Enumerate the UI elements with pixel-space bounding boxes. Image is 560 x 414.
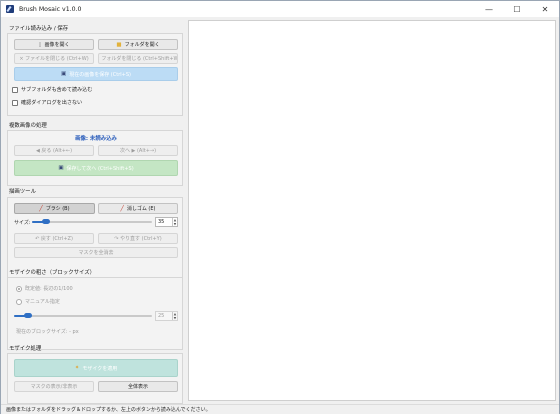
- minimize-button[interactable]: —: [475, 1, 503, 17]
- block-size-slider-handle[interactable]: [24, 313, 32, 318]
- open-image-button[interactable]: ▯ 画像を開く: [14, 39, 94, 50]
- include-subfolders-checkbox[interactable]: サブフォルダも含めて読み込む: [12, 86, 92, 93]
- fit-view-button[interactable]: 全体表示: [98, 381, 178, 392]
- status-message: 画像またはフォルダをドラッグ＆ドロップするか、左上のボタンから読み込んでください…: [6, 407, 211, 413]
- clear-mask-button[interactable]: マスクを全消去: [14, 247, 178, 258]
- no-confirm-dialog-box[interactable]: [12, 99, 18, 106]
- mosaic-section: ✦ モザイクを適用 マスクの表示/非表示 全体表示: [7, 353, 183, 404]
- undo-button[interactable]: ↶ 戻す (Ctrl+Z): [14, 233, 94, 244]
- manual-block-size-label: マニュアル指定: [25, 299, 60, 305]
- save-and-next-label: 保存して次へ (Ctrl+Shift+S): [66, 165, 134, 172]
- mosaic-section-title: モザイク処理: [9, 346, 42, 352]
- size-slider-handle[interactable]: [42, 219, 50, 224]
- multi-section-title: 複数画像の処理: [9, 123, 47, 129]
- floppy-disk-icon: ▣: [61, 71, 67, 77]
- image-canvas[interactable]: [188, 20, 556, 401]
- include-subfolders-label: サブフォルダも含めて読み込む: [21, 87, 93, 93]
- status-bar: 画像またはフォルダをドラッグ＆ドロップするか、左上のボタンから読み込んでください…: [1, 404, 559, 414]
- prev-image-button[interactable]: ◀ 戻る (Alt+←): [14, 145, 94, 156]
- redo-button[interactable]: ↷ やり直す (Ctrl+Y): [98, 233, 178, 244]
- manual-radio-dot[interactable]: [16, 298, 22, 305]
- control-panel: ファイル読み込み / 保存 ▯ 画像を開く ■ フォルダを開く × ファイルを閉…: [7, 20, 183, 404]
- block-size-slider[interactable]: [14, 313, 152, 318]
- open-image-label: 画像を開く: [44, 42, 70, 48]
- file-section: ▯ 画像を開く ■ フォルダを開く × ファイルを閉じる (Ctrl+W) × …: [7, 33, 183, 116]
- include-subfolders-box[interactable]: [12, 86, 18, 93]
- app-logo-icon: [6, 5, 14, 13]
- size-label: サイズ:: [14, 220, 31, 226]
- apply-mosaic-label: モザイクを適用: [82, 365, 118, 372]
- next-image-button[interactable]: 次へ ▶ (Alt+→): [98, 145, 178, 156]
- auto-radio-dot[interactable]: [16, 285, 22, 292]
- eraser-tool-button[interactable]: ╱ 消しゴム (E): [98, 203, 178, 214]
- save-and-next-button[interactable]: ▣ 保存して次へ (Ctrl+Shift+S): [14, 160, 178, 176]
- toggle-mask-button[interactable]: マスクの表示/非表示: [14, 381, 94, 392]
- brush-tool-button[interactable]: ╱ ブラシ (B): [14, 203, 95, 214]
- save-image-label: 現在の画像を保存 (Ctrl+S): [69, 71, 131, 78]
- folder-icon: ■: [116, 41, 122, 48]
- grain-section-title: モザイクの粗さ（ブロックサイズ）: [9, 270, 95, 276]
- close-file-button[interactable]: × ファイルを閉じる (Ctrl+W): [14, 53, 94, 64]
- eraser-icon: ╱: [120, 205, 124, 212]
- window-controls: — ☐ ✕: [475, 1, 559, 17]
- no-confirm-dialog-label: 確認ダイアログを出さない: [21, 100, 83, 106]
- floppy-disk-icon: ▣: [58, 165, 64, 171]
- open-folder-label: フォルダを開く: [124, 42, 160, 48]
- auto-block-size-label: 既定値: 長辺の1/100: [25, 286, 73, 292]
- window-title: Brush Mosaic v1.0.0: [19, 5, 82, 13]
- apply-mosaic-button[interactable]: ✦ モザイクを適用: [14, 359, 178, 377]
- open-folder-button[interactable]: ■ フォルダを開く: [98, 39, 178, 50]
- manual-block-size-radio[interactable]: マニュアル指定: [16, 298, 60, 305]
- auto-block-size-radio[interactable]: 既定値: 長辺の1/100: [16, 285, 73, 292]
- maximize-button[interactable]: ☐: [503, 1, 531, 17]
- size-slider[interactable]: [32, 219, 152, 224]
- save-image-button[interactable]: ▣ 現在の画像を保存 (Ctrl+S): [14, 67, 178, 81]
- draw-section: ╱ ブラシ (B) ╱ 消しゴム (E) サイズ: 35 ▲ ▼ ↶ 戻す (Ct…: [7, 197, 183, 279]
- block-size-spinbox[interactable]: 25 ▲ ▼: [155, 311, 178, 321]
- title-bar: Brush Mosaic v1.0.0 — ☐ ✕: [1, 1, 559, 17]
- file-section-title: ファイル読み込み / 保存: [9, 26, 69, 32]
- app-window: Brush Mosaic v1.0.0 — ☐ ✕ ファイル読み込み / 保存 …: [0, 0, 560, 414]
- brush-tool-label: ブラシ (B): [45, 206, 70, 212]
- sparkle-icon: ✦: [74, 365, 80, 371]
- pencil-icon: ╱: [39, 205, 43, 212]
- size-spin-arrows[interactable]: ▲ ▼: [172, 218, 177, 226]
- image-load-status: 画像: 未読み込み: [75, 136, 117, 142]
- size-spinbox[interactable]: 35 ▲ ▼: [155, 217, 178, 227]
- grain-section: 既定値: 長辺の1/100 マニュアル指定 25 ▲ ▼ 現在のブロックサイズ: …: [7, 277, 183, 350]
- size-value: 35: [158, 219, 165, 225]
- eraser-tool-label: 消しゴム (E): [126, 206, 156, 212]
- block-size-spin-arrows[interactable]: ▲ ▼: [172, 312, 177, 320]
- current-block-size: 現在のブロックサイズ: - px: [16, 329, 79, 335]
- block-size-value: 25: [158, 313, 165, 319]
- close-folder-button[interactable]: × フォルダを閉じる (Ctrl+Shift+W): [98, 53, 178, 64]
- draw-section-title: 描画ツール: [9, 189, 36, 195]
- close-button[interactable]: ✕: [531, 1, 559, 17]
- multi-section: 画像: 未読み込み ◀ 戻る (Alt+←) 次へ ▶ (Alt+→) ▣ 保存…: [7, 130, 183, 186]
- no-confirm-dialog-checkbox[interactable]: 確認ダイアログを出さない: [12, 99, 82, 106]
- image-file-icon: ▯: [38, 41, 42, 48]
